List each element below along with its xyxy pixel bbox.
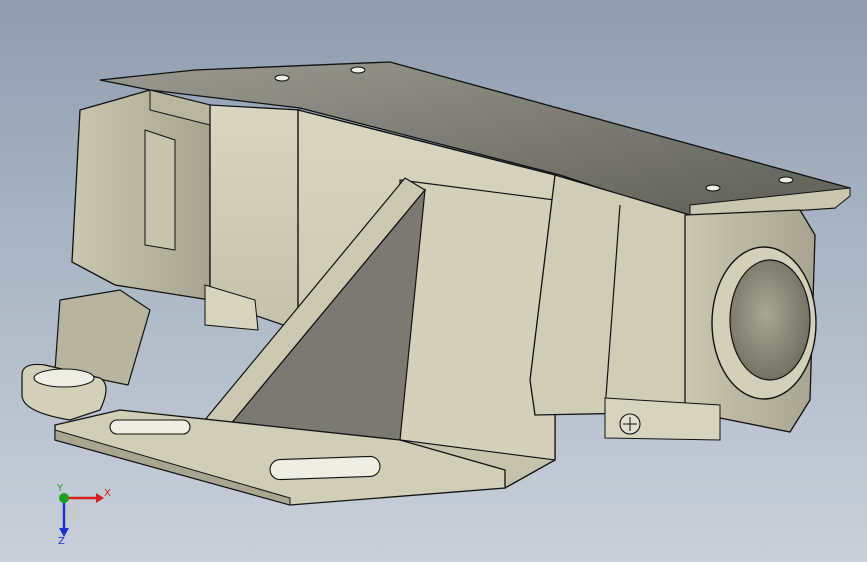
triad-graphic: X Y Z [56, 483, 111, 547]
coordinate-triad: X Y Z [44, 480, 114, 550]
bearing-bore [711, 246, 817, 400]
graphics-viewport[interactable]: X Y Z [0, 0, 867, 562]
left-mount-boss [21, 289, 151, 421]
y-axis-marker [59, 493, 69, 503]
y-axis-label: Y [56, 483, 64, 494]
x-axis-label: X [104, 488, 111, 499]
screw-head [619, 413, 641, 435]
3d-model-assembly[interactable] [0, 0, 867, 562]
z-axis-label: Z [58, 536, 65, 547]
